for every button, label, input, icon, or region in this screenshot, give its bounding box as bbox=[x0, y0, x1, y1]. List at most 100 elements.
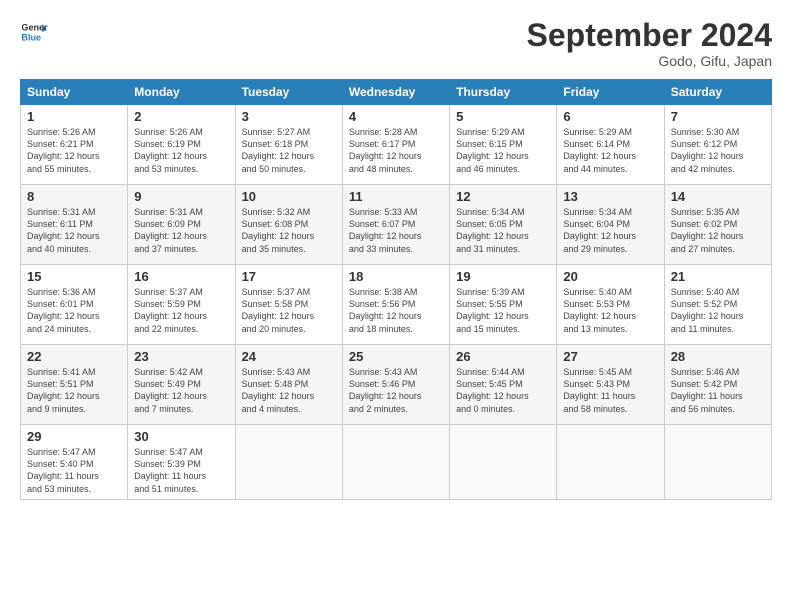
table-cell: 12 Sunrise: 5:34 AM Sunset: 6:05 PM Dayli… bbox=[450, 185, 557, 265]
day-info: Sunrise: 5:38 AM Sunset: 5:56 PM Dayligh… bbox=[349, 286, 443, 335]
day-number: 10 bbox=[242, 189, 336, 204]
day-number: 5 bbox=[456, 109, 550, 124]
table-cell: 20 Sunrise: 5:40 AM Sunset: 5:53 PM Dayli… bbox=[557, 265, 664, 345]
day-info: Sunrise: 5:43 AM Sunset: 5:46 PM Dayligh… bbox=[349, 366, 443, 415]
table-cell: 18 Sunrise: 5:38 AM Sunset: 5:56 PM Dayli… bbox=[342, 265, 449, 345]
day-number: 9 bbox=[134, 189, 228, 204]
day-number: 3 bbox=[242, 109, 336, 124]
title-block: September 2024 Godo, Gifu, Japan bbox=[527, 18, 772, 69]
day-number: 17 bbox=[242, 269, 336, 284]
table-cell: 24 Sunrise: 5:43 AM Sunset: 5:48 PM Dayli… bbox=[235, 345, 342, 425]
table-cell: 1 Sunrise: 5:26 AM Sunset: 6:21 PM Daylig… bbox=[21, 105, 128, 185]
day-info: Sunrise: 5:42 AM Sunset: 5:49 PM Dayligh… bbox=[134, 366, 228, 415]
table-cell: 10 Sunrise: 5:32 AM Sunset: 6:08 PM Dayli… bbox=[235, 185, 342, 265]
table-cell bbox=[235, 425, 342, 500]
day-info: Sunrise: 5:39 AM Sunset: 5:55 PM Dayligh… bbox=[456, 286, 550, 335]
day-info: Sunrise: 5:37 AM Sunset: 5:59 PM Dayligh… bbox=[134, 286, 228, 335]
table-cell: 6 Sunrise: 5:29 AM Sunset: 6:14 PM Daylig… bbox=[557, 105, 664, 185]
day-number: 1 bbox=[27, 109, 121, 124]
table-cell bbox=[557, 425, 664, 500]
day-number: 19 bbox=[456, 269, 550, 284]
day-info: Sunrise: 5:33 AM Sunset: 6:07 PM Dayligh… bbox=[349, 206, 443, 255]
day-info: Sunrise: 5:36 AM Sunset: 6:01 PM Dayligh… bbox=[27, 286, 121, 335]
table-cell: 14Sunrise: 5:35 AM Sunset: 6:02 PM Dayli… bbox=[664, 185, 771, 265]
day-info: Sunrise: 5:31 AM Sunset: 6:09 PM Dayligh… bbox=[134, 206, 228, 255]
col-tuesday: Tuesday bbox=[235, 80, 342, 105]
day-info: Sunrise: 5:47 AM Sunset: 5:40 PM Dayligh… bbox=[27, 446, 121, 495]
day-number: 20 bbox=[563, 269, 657, 284]
location: Godo, Gifu, Japan bbox=[527, 53, 772, 69]
day-number: 23 bbox=[134, 349, 228, 364]
table-cell: 27 Sunrise: 5:45 AM Sunset: 5:43 PM Dayli… bbox=[557, 345, 664, 425]
table-cell: 30 Sunrise: 5:47 AM Sunset: 5:39 PM Dayli… bbox=[128, 425, 235, 500]
table-cell: 16 Sunrise: 5:37 AM Sunset: 5:59 PM Dayli… bbox=[128, 265, 235, 345]
day-number: 21 bbox=[671, 269, 765, 284]
day-info: Sunrise: 5:41 AM Sunset: 5:51 PM Dayligh… bbox=[27, 366, 121, 415]
day-info: Sunrise: 5:28 AM Sunset: 6:17 PM Dayligh… bbox=[349, 126, 443, 175]
day-number: 27 bbox=[563, 349, 657, 364]
day-info: Sunrise: 5:30 AM Sunset: 6:12 PM Dayligh… bbox=[671, 126, 765, 175]
table-cell bbox=[450, 425, 557, 500]
day-info: Sunrise: 5:45 AM Sunset: 5:43 PM Dayligh… bbox=[563, 366, 657, 415]
day-number: 22 bbox=[27, 349, 121, 364]
table-cell: 21 Sunrise: 5:40 AM Sunset: 5:52 PM Dayli… bbox=[664, 265, 771, 345]
table-cell: 22 Sunrise: 5:41 AM Sunset: 5:51 PM Dayli… bbox=[21, 345, 128, 425]
day-info: Sunrise: 5:34 AM Sunset: 6:04 PM Dayligh… bbox=[563, 206, 657, 255]
day-number: 11 bbox=[349, 189, 443, 204]
table-cell bbox=[664, 425, 771, 500]
day-number: 15 bbox=[27, 269, 121, 284]
day-info: Sunrise: 5:40 AM Sunset: 5:53 PM Dayligh… bbox=[563, 286, 657, 335]
table-cell: 28Sunrise: 5:46 AM Sunset: 5:42 PM Dayli… bbox=[664, 345, 771, 425]
logo-icon: General Blue bbox=[20, 18, 48, 46]
day-number: 12 bbox=[456, 189, 550, 204]
day-number: 7 bbox=[671, 109, 765, 124]
day-info: Sunrise: 5:29 AM Sunset: 6:14 PM Dayligh… bbox=[563, 126, 657, 175]
day-info: Sunrise: 5:47 AM Sunset: 5:39 PM Dayligh… bbox=[134, 446, 228, 495]
table-cell: 17 Sunrise: 5:37 AM Sunset: 5:58 PM Dayli… bbox=[235, 265, 342, 345]
day-info: Sunrise: 5:26 AM Sunset: 6:19 PM Dayligh… bbox=[134, 126, 228, 175]
day-number: 2 bbox=[134, 109, 228, 124]
day-number: 28 bbox=[671, 349, 765, 364]
header: General Blue September 2024 Godo, Gifu, … bbox=[20, 18, 772, 69]
table-cell: 7 Sunrise: 5:30 AM Sunset: 6:12 PM Daylig… bbox=[664, 105, 771, 185]
day-number: 4 bbox=[349, 109, 443, 124]
day-number: 16 bbox=[134, 269, 228, 284]
day-info: Sunrise: 5:27 AM Sunset: 6:18 PM Dayligh… bbox=[242, 126, 336, 175]
col-friday: Friday bbox=[557, 80, 664, 105]
day-number: 25 bbox=[349, 349, 443, 364]
day-info: Sunrise: 5:29 AM Sunset: 6:15 PM Dayligh… bbox=[456, 126, 550, 175]
col-wednesday: Wednesday bbox=[342, 80, 449, 105]
page: General Blue September 2024 Godo, Gifu, … bbox=[0, 0, 792, 510]
table-cell: 26 Sunrise: 5:44 AM Sunset: 5:45 PM Dayli… bbox=[450, 345, 557, 425]
day-info: Sunrise: 5:34 AM Sunset: 6:05 PM Dayligh… bbox=[456, 206, 550, 255]
day-info: Sunrise: 5:32 AM Sunset: 6:08 PM Dayligh… bbox=[242, 206, 336, 255]
table-cell bbox=[342, 425, 449, 500]
col-sunday: Sunday bbox=[21, 80, 128, 105]
day-number: 14 bbox=[671, 189, 765, 204]
table-cell: 2 Sunrise: 5:26 AM Sunset: 6:19 PM Daylig… bbox=[128, 105, 235, 185]
month-title: September 2024 bbox=[527, 18, 772, 53]
table-cell: 23 Sunrise: 5:42 AM Sunset: 5:49 PM Dayli… bbox=[128, 345, 235, 425]
day-info: Sunrise: 5:43 AM Sunset: 5:48 PM Dayligh… bbox=[242, 366, 336, 415]
day-info: Sunrise: 5:31 AM Sunset: 6:11 PM Dayligh… bbox=[27, 206, 121, 255]
col-saturday: Saturday bbox=[664, 80, 771, 105]
table-cell: 15 Sunrise: 5:36 AM Sunset: 6:01 PM Dayli… bbox=[21, 265, 128, 345]
day-number: 24 bbox=[242, 349, 336, 364]
day-info: Sunrise: 5:44 AM Sunset: 5:45 PM Dayligh… bbox=[456, 366, 550, 415]
day-info: Sunrise: 5:40 AM Sunset: 5:52 PM Dayligh… bbox=[671, 286, 765, 335]
day-number: 30 bbox=[134, 429, 228, 444]
day-number: 8 bbox=[27, 189, 121, 204]
day-number: 13 bbox=[563, 189, 657, 204]
svg-text:Blue: Blue bbox=[21, 32, 41, 42]
day-info: Sunrise: 5:26 AM Sunset: 6:21 PM Dayligh… bbox=[27, 126, 121, 175]
table-cell: 13 Sunrise: 5:34 AM Sunset: 6:04 PM Dayli… bbox=[557, 185, 664, 265]
day-number: 26 bbox=[456, 349, 550, 364]
col-thursday: Thursday bbox=[450, 80, 557, 105]
table-cell: 4 Sunrise: 5:28 AM Sunset: 6:17 PM Daylig… bbox=[342, 105, 449, 185]
col-monday: Monday bbox=[128, 80, 235, 105]
day-info: Sunrise: 5:37 AM Sunset: 5:58 PM Dayligh… bbox=[242, 286, 336, 335]
day-number: 18 bbox=[349, 269, 443, 284]
table-cell: 8 Sunrise: 5:31 AM Sunset: 6:11 PM Daylig… bbox=[21, 185, 128, 265]
table-cell: 9 Sunrise: 5:31 AM Sunset: 6:09 PM Daylig… bbox=[128, 185, 235, 265]
day-number: 6 bbox=[563, 109, 657, 124]
